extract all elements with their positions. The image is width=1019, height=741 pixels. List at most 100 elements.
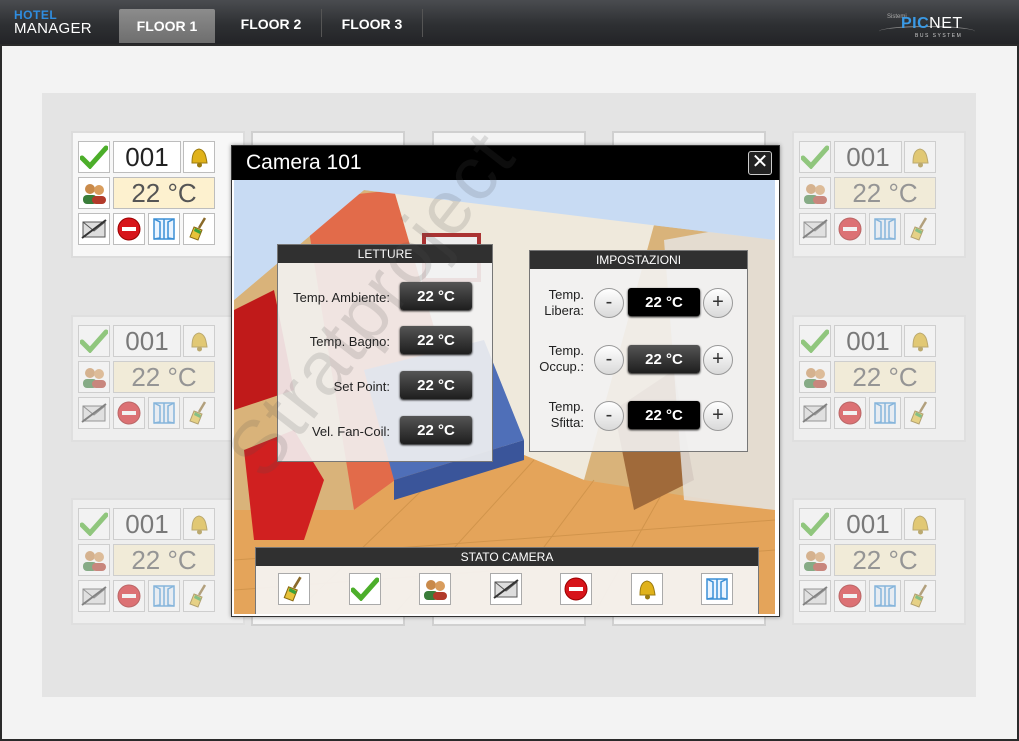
crossed-envelope-icon[interactable] [78, 580, 110, 612]
logo-pic: PIC [901, 15, 930, 32]
temp-sfitta-value: 22 °C [628, 401, 700, 429]
room-card[interactable]: 001 22 °C [792, 315, 966, 442]
no-entry-icon[interactable] [113, 213, 145, 245]
check-icon[interactable] [799, 141, 831, 173]
bell-icon[interactable] [904, 141, 936, 173]
room-3d-render: LETTURE Temp. Ambiente: 22 °C Temp. Bagn… [234, 180, 775, 614]
tab-divider [321, 9, 322, 37]
room-card[interactable]: 001 22 °C [71, 131, 245, 258]
no-entry-icon[interactable] [113, 580, 145, 612]
check-icon[interactable] [78, 141, 110, 173]
bell-icon[interactable] [183, 325, 215, 357]
crossed-envelope-icon[interactable] [799, 213, 831, 245]
crossed-envelope-icon[interactable] [78, 213, 110, 245]
set-point-label: Set Point: [333, 379, 390, 394]
bell-icon[interactable] [183, 141, 215, 173]
no-entry-icon[interactable] [834, 213, 866, 245]
door-icon[interactable] [701, 573, 733, 605]
tab-divider [422, 9, 423, 37]
bell-icon[interactable] [904, 325, 936, 357]
top-bar: HOTEL MANAGER FLOOR 1 FLOOR 2 FLOOR 3 Si… [0, 0, 1019, 44]
logo-subtitle: BUS SYSTEM [915, 33, 963, 39]
bell-icon[interactable] [183, 508, 215, 540]
impostazioni-title: IMPOSTAZIONI [530, 251, 747, 269]
room-number: 001 [113, 325, 181, 357]
guests-icon[interactable] [419, 573, 451, 605]
temp-bagno-value: 22 °C [400, 326, 472, 354]
close-button[interactable]: ✕ [748, 151, 772, 175]
temp-occup-label-1: Temp. [548, 343, 584, 358]
tab-floor-1[interactable]: FLOOR 1 [119, 9, 215, 43]
tab-floor-3[interactable]: FLOOR 3 [326, 9, 418, 43]
broom-icon[interactable] [183, 397, 215, 429]
check-icon[interactable] [799, 508, 831, 540]
logo-net: NET [929, 15, 963, 32]
brand-bottom: MANAGER [14, 20, 92, 37]
room-temperature: 22 °C [113, 177, 215, 209]
guests-icon[interactable] [799, 177, 831, 209]
guests-icon[interactable] [799, 361, 831, 393]
room-number: 001 [834, 141, 902, 173]
door-icon[interactable] [148, 580, 180, 612]
no-entry-icon[interactable] [834, 580, 866, 612]
temp-sfitta-label: Temp. Sfitta: [530, 399, 584, 431]
room-card[interactable]: 001 22 °C [792, 498, 966, 625]
stato-camera-title: STATO CAMERA [256, 548, 758, 566]
broom-icon[interactable] [278, 573, 310, 605]
temp-libera-label-1: Temp. [548, 287, 584, 302]
crossed-envelope-icon[interactable] [799, 397, 831, 429]
fan-coil-value: 22 °C [400, 416, 472, 444]
room-card[interactable]: 001 22 °C [792, 131, 966, 258]
guests-icon[interactable] [799, 544, 831, 576]
room-temperature: 22 °C [113, 361, 215, 393]
temp-libera-label-2: Libera: [544, 303, 584, 318]
guests-icon[interactable] [78, 177, 110, 209]
room-temperature: 22 °C [834, 177, 936, 209]
broom-icon[interactable] [183, 580, 215, 612]
door-icon[interactable] [869, 397, 901, 429]
door-icon[interactable] [148, 397, 180, 429]
temp-occup-label: Temp. Occup.: [530, 343, 584, 375]
broom-icon[interactable] [904, 213, 936, 245]
broom-icon[interactable] [183, 213, 215, 245]
room-number: 001 [113, 141, 181, 173]
check-icon[interactable] [78, 325, 110, 357]
tab-floor-2[interactable]: FLOOR 2 [226, 9, 316, 43]
check-icon[interactable] [78, 508, 110, 540]
guests-icon[interactable] [78, 544, 110, 576]
check-icon[interactable] [349, 573, 381, 605]
bell-icon[interactable] [631, 573, 663, 605]
no-entry-icon[interactable] [113, 397, 145, 429]
bell-icon[interactable] [904, 508, 936, 540]
room-number: 001 [834, 508, 902, 540]
temp-sfitta-label-2: Sfitta: [550, 415, 584, 430]
temp-sfitta-plus-button[interactable]: + [703, 401, 733, 431]
crossed-envelope-icon[interactable] [78, 397, 110, 429]
room-number: 001 [834, 325, 902, 357]
room-card[interactable]: 001 22 °C [71, 315, 245, 442]
temp-libera-label: Temp. Libera: [530, 287, 584, 319]
room-number: 001 [113, 508, 181, 540]
temp-sfitta-minus-button[interactable]: - [594, 401, 624, 431]
fan-coil-label: Vel. Fan-Coil: [311, 424, 390, 439]
temp-occup-plus-button[interactable]: + [703, 345, 733, 375]
temp-libera-plus-button[interactable]: + [703, 288, 733, 318]
temp-occup-minus-button[interactable]: - [594, 345, 624, 375]
set-point-value: 22 °C [400, 371, 472, 399]
room-card[interactable]: 001 22 °C [71, 498, 245, 625]
dialog-title: Camera 101 [246, 151, 362, 174]
room-temperature: 22 °C [834, 544, 936, 576]
door-icon[interactable] [869, 580, 901, 612]
crossed-envelope-icon[interactable] [490, 573, 522, 605]
broom-icon[interactable] [904, 580, 936, 612]
door-icon[interactable] [869, 213, 901, 245]
broom-icon[interactable] [904, 397, 936, 429]
temp-libera-minus-button[interactable]: - [594, 288, 624, 318]
guests-icon[interactable] [78, 361, 110, 393]
no-entry-icon[interactable] [834, 397, 866, 429]
door-icon[interactable] [148, 213, 180, 245]
dialog-title-bar: Camera 101 ✕ [232, 146, 779, 180]
check-icon[interactable] [799, 325, 831, 357]
crossed-envelope-icon[interactable] [799, 580, 831, 612]
no-entry-icon[interactable] [560, 573, 592, 605]
